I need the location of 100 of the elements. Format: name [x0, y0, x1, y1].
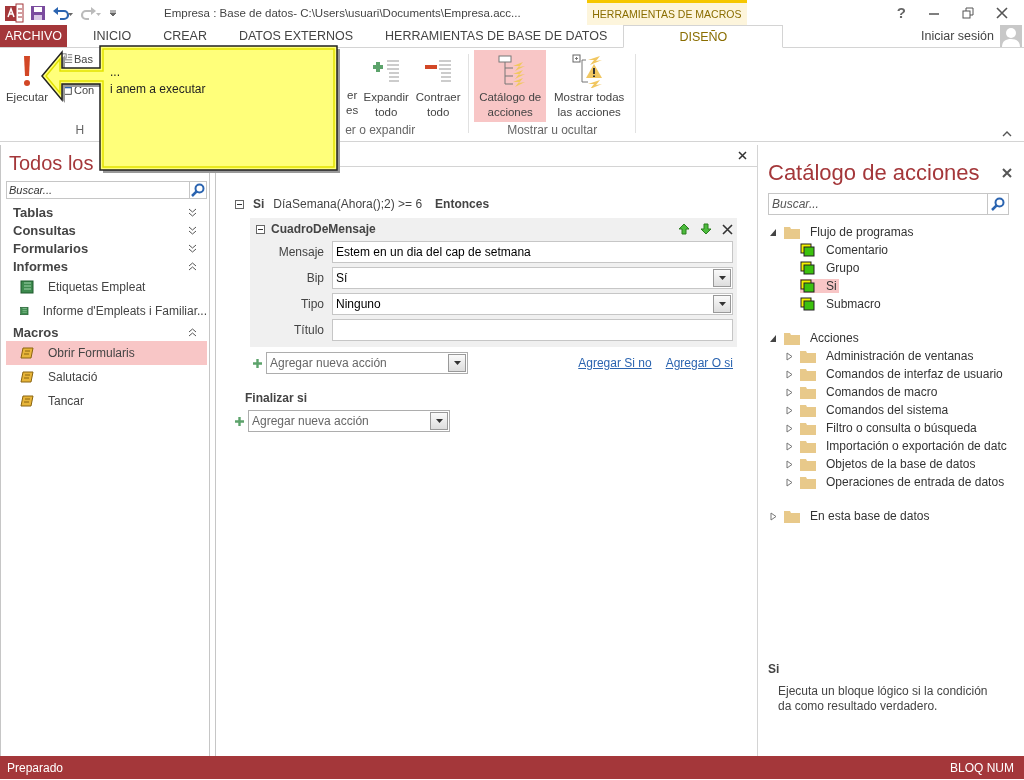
collapsed-triangle-icon[interactable] [785, 387, 793, 397]
callout-text: ... [110, 64, 121, 81]
ribbon-button[interactable]: Catálogo de acciones [474, 50, 547, 122]
search-icon[interactable] [191, 183, 205, 197]
sign-in-link[interactable]: Iniciar sesión [921, 29, 994, 43]
collapse-chevron-icon[interactable] [188, 261, 197, 271]
tree-item[interactable]: Comandos del sistema [824, 403, 951, 417]
nav-item[interactable]: Obrir Formularis [6, 341, 207, 365]
plus-icon[interactable] [253, 358, 262, 368]
app-logo-icon[interactable] [4, 2, 24, 23]
expanded-triangle-icon[interactable] [769, 227, 777, 237]
collapsed-triangle-icon[interactable] [785, 477, 793, 487]
move-down-icon[interactable] [700, 223, 712, 235]
link[interactable]: Agregar Si no [578, 356, 652, 370]
tree-item[interactable]: Flujo de programas [808, 225, 916, 239]
collapsed-triangle-icon[interactable] [785, 369, 793, 379]
nav-group-header[interactable]: Tablas [13, 204, 54, 220]
search-field[interactable]: Buscar... [6, 181, 189, 199]
folder-icon [800, 439, 816, 453]
expand-chevron-icon[interactable] [188, 207, 197, 217]
dropdown[interactable]: Ninguno [332, 293, 733, 315]
close-icon[interactable] [1002, 168, 1012, 178]
nav-item[interactable]: Informe d'Empleats i Familiar... [6, 299, 207, 323]
ribbon-tab[interactable]: DISEÑO [623, 25, 784, 48]
tree-item[interactable]: Submacro [800, 297, 883, 311]
tree-item[interactable]: Grupo [800, 261, 862, 275]
link[interactable]: Agregar O si [665, 356, 733, 370]
close-icon[interactable] [996, 6, 1008, 19]
tree-item[interactable]: Filtro o consulta o búsqueda [824, 421, 979, 435]
nav-item[interactable]: Tancar [6, 389, 207, 413]
nav-group-header[interactable]: Macros [13, 324, 59, 340]
action-name: CuadroDeMensaje [271, 222, 377, 236]
ribbon-button[interactable]: Expandir todo [361, 50, 412, 122]
customize-icon[interactable] [108, 7, 118, 18]
expand-chevron-icon[interactable] [188, 225, 197, 235]
collapsed-triangle-icon[interactable] [769, 511, 777, 521]
collapsed-triangle-icon[interactable] [785, 351, 793, 361]
ribbon-tab[interactable]: CREAR [147, 25, 223, 47]
ribbon-tab[interactable]: DATOS EXTERNOS [222, 25, 370, 47]
collapsed-triangle-icon[interactable] [785, 459, 793, 469]
collapsed-triangle-icon[interactable] [785, 423, 793, 433]
dropdown-button[interactable] [430, 412, 448, 430]
tree-item[interactable]: Acciones [808, 331, 861, 345]
tree-item[interactable]: Comandos de macro [824, 385, 940, 399]
collapsed-triangle-icon[interactable] [785, 441, 793, 451]
action-icon [800, 297, 816, 311]
plus-icon[interactable] [235, 416, 244, 426]
folder-icon [784, 509, 800, 523]
ribbon-button[interactable]: Mostrar todas las acciones [548, 50, 631, 122]
help-title: Si [768, 662, 781, 676]
text-field[interactable]: Estem en un dia del cap de setmana [332, 241, 733, 263]
collapse-toggle-icon[interactable] [235, 199, 244, 209]
tree-item[interactable]: Administración de ventanas [824, 349, 976, 363]
move-up-icon[interactable] [678, 223, 690, 235]
tree-item[interactable]: Objetos de la base de datos [824, 457, 978, 471]
search-field[interactable]: Buscar... [768, 193, 987, 215]
nav-group-header[interactable]: Formularios [13, 240, 89, 256]
ribbon-button[interactable]: Ejecutar [2, 50, 52, 122]
condition-text[interactable]: DíaSemana(Ahora();2) >= 6 [273, 197, 423, 211]
add-action-dropdown[interactable]: Agregar nueva acción [266, 352, 468, 374]
dropdown-button[interactable] [448, 354, 466, 372]
argument-label: Título [293, 323, 324, 337]
collapse-ribbon-icon[interactable] [1002, 131, 1012, 137]
dropdown[interactable]: Sí [332, 267, 733, 289]
add-action-dropdown[interactable]: Agregar nueva acción [248, 410, 450, 432]
delete-icon[interactable] [722, 223, 733, 235]
text-field[interactable] [332, 319, 733, 341]
nav-item[interactable]: Salutació [6, 365, 207, 389]
nav-group-header[interactable]: Consultas [13, 222, 76, 238]
undo-icon[interactable] [52, 4, 74, 21]
tree-item[interactable]: En esta base de datos [808, 509, 932, 523]
restore-icon[interactable] [962, 6, 974, 19]
report-icon [20, 304, 29, 318]
group-label: er o expandir [345, 123, 417, 139]
tree-item[interactable]: Si [800, 279, 839, 293]
dropdown-button[interactable] [713, 295, 731, 313]
ribbon-small-button[interactable]: Bas [61, 53, 95, 65]
tree-item[interactable]: Comandos de interfaz de usuario [824, 367, 1005, 381]
keyword: Entonces [435, 197, 490, 211]
search-icon[interactable] [991, 197, 1005, 211]
expanded-triangle-icon[interactable] [769, 333, 777, 343]
expand-chevron-icon[interactable] [188, 243, 197, 253]
help-button[interactable]: ? [896, 4, 906, 21]
ribbon-button[interactable]: Contraer todo [413, 50, 464, 122]
ribbon-tab[interactable]: INICIO [76, 25, 148, 47]
ribbon-button[interactable]: er es [345, 50, 360, 122]
dropdown-button[interactable] [713, 269, 731, 287]
collapse-chevron-icon[interactable] [188, 327, 197, 337]
collapse-toggle-icon[interactable] [256, 224, 265, 234]
save-icon[interactable] [30, 4, 46, 21]
close-icon[interactable] [738, 151, 747, 160]
nav-group-header[interactable]: Informes [13, 258, 68, 274]
collapsed-triangle-icon[interactable] [785, 405, 793, 415]
nav-item[interactable]: Etiquetas Empleat [6, 275, 207, 299]
tree-item[interactable]: Comentario [800, 243, 891, 257]
scroll-icon [20, 394, 34, 408]
ribbon-tab[interactable]: ARCHIVO [0, 25, 67, 47]
tree-item[interactable]: Importación o exportación de datc [824, 439, 1009, 453]
tree-item[interactable]: Operaciones de entrada de datos [824, 475, 1007, 489]
ribbon-tab[interactable]: HERRAMIENTAS DE BASE DE DATOS [369, 25, 624, 47]
